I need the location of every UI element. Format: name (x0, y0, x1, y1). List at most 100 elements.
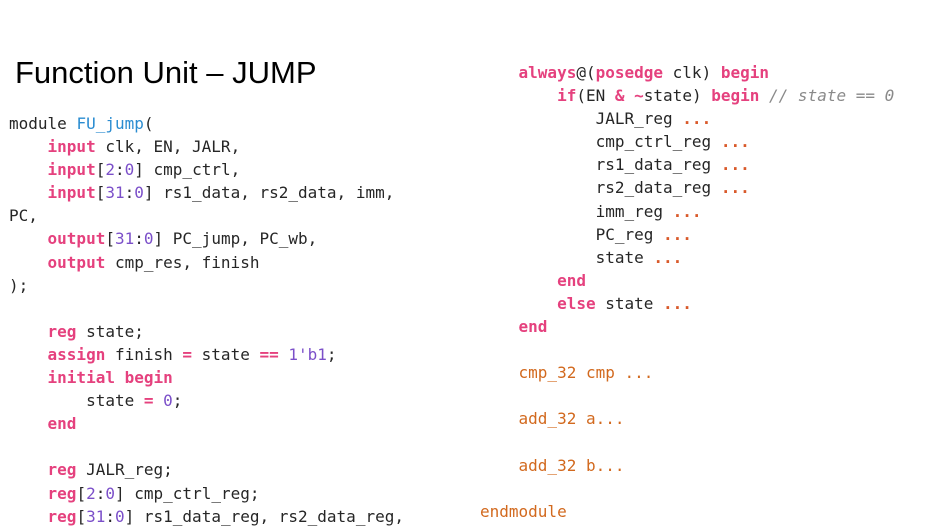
code-line: reg JALR_reg; (9, 458, 404, 481)
code-token: begin (711, 86, 760, 106)
code-token: ] rs1_data_reg, rs2_data_reg, (124, 506, 404, 526)
code-token: [ (95, 183, 106, 203)
code-line: add_32 b... (480, 454, 894, 477)
code-token: input (47, 160, 96, 180)
code-token: end (47, 414, 77, 434)
code-token: 0 (134, 183, 144, 203)
code-token: [ (95, 160, 106, 180)
code-token: ... (720, 178, 750, 198)
code-token: cmp_res, finish (105, 252, 260, 272)
code-token: state) (643, 86, 712, 106)
code-token: [ (76, 506, 87, 526)
code-token: output (47, 229, 106, 249)
code-token: : (134, 229, 144, 249)
code-token: reg (47, 321, 77, 341)
code-line: output[31:0] PC_jump, PC_wb, (9, 227, 404, 250)
code-token: ] rs1_data, rs2_data, imm, (143, 183, 395, 203)
code-token: cmp_ctrl_reg (480, 132, 721, 152)
code-token: add_32 a... (518, 409, 625, 429)
code-token: assign (47, 344, 106, 364)
code-token: ] PC_jump, PC_wb, (153, 229, 318, 249)
code-token: else (557, 293, 596, 313)
code-line: cmp_32 cmp ... (480, 361, 894, 384)
code-line: state ... (480, 246, 894, 269)
code-token: ... (672, 201, 702, 221)
code-token: reg (47, 483, 77, 503)
code-token: reg (47, 506, 77, 526)
code-token: ... (663, 293, 692, 313)
code-token: finish (105, 344, 183, 364)
code-token: add_32 b... (518, 455, 625, 475)
code-token: clk, EN, JALR, (95, 137, 241, 157)
code-token: == (259, 344, 279, 364)
code-token: JALR_reg; (76, 460, 173, 480)
code-token: (EN (576, 86, 615, 106)
code-line: reg[2:0] cmp_ctrl_reg; (9, 482, 404, 505)
code-line: input[31:0] rs1_data, rs2_data, imm, (9, 181, 404, 204)
code-token: state (595, 293, 664, 313)
code-token: : (95, 483, 106, 503)
code-token: posedge (595, 63, 664, 82)
code-token: = (182, 344, 193, 364)
code-line: state = 0; (9, 389, 404, 412)
code-token: rs2_data_reg (480, 178, 721, 198)
code-token: rs1_data_reg (480, 155, 721, 175)
code-token: 31 (105, 183, 125, 203)
code-token: 1'b1 (288, 344, 327, 364)
code-line: imm_reg ... (480, 200, 894, 223)
code-token: end (518, 317, 548, 337)
code-line: if(EN & ~state) begin // state == 0 (480, 84, 894, 107)
code-token: if (557, 86, 577, 106)
code-line: end (9, 412, 404, 435)
code-line: ); (9, 274, 404, 297)
code-token: state (480, 247, 654, 267)
code-line: rs2_data_reg ... (480, 176, 894, 199)
code-token: FU_jump (76, 114, 144, 133)
code-token: endmodule (480, 501, 567, 521)
code-line: reg[31:0] rs1_data_reg, rs2_data_reg, (9, 505, 404, 528)
code-token: ... (720, 155, 750, 175)
code-token: imm_reg (480, 201, 673, 221)
code-token: ... (720, 132, 750, 152)
code-line: input[2:0] cmp_ctrl, (9, 158, 404, 181)
code-token: & (614, 86, 625, 106)
code-token: state (192, 344, 260, 364)
code-line: cmp_ctrl_reg ... (480, 130, 894, 153)
code-token: state (9, 391, 144, 411)
code-token: PC, (9, 206, 38, 226)
code-line: output cmp_res, finish (9, 251, 404, 274)
code-token: module (9, 114, 77, 133)
code-line: input clk, EN, JALR, (9, 135, 404, 158)
code-token: : (105, 506, 115, 526)
code-token: [ (105, 229, 115, 249)
code-token: ( (143, 114, 154, 133)
code-token: = (143, 391, 154, 411)
code-line: always@(posedge clk) begin (480, 61, 894, 84)
code-line: add_32 a... (480, 407, 894, 430)
code-token: ~ (634, 86, 644, 106)
code-token: 2 (105, 160, 115, 180)
code-token: ... (653, 247, 683, 267)
code-token: input (47, 137, 96, 157)
code-line: module FU_jump( (9, 112, 404, 135)
code-token: end (557, 270, 586, 290)
code-token: ... (663, 224, 692, 244)
code-token: output (47, 252, 106, 272)
